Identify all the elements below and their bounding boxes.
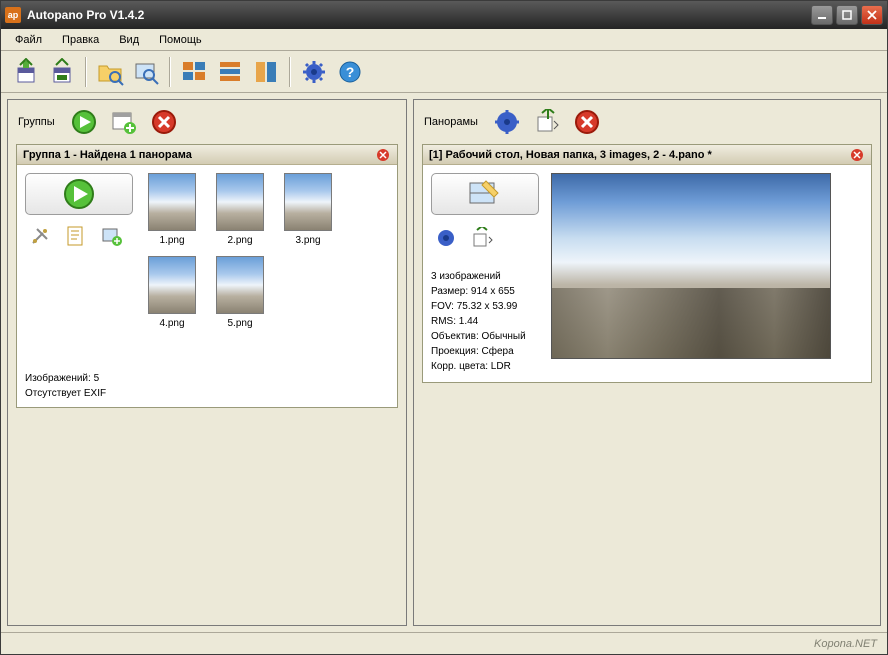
thumbnail-label: 5.png bbox=[227, 318, 252, 329]
app-icon: ap bbox=[5, 7, 21, 23]
detect-all-button[interactable] bbox=[69, 107, 99, 137]
layout-columns-button[interactable] bbox=[249, 55, 283, 89]
panorama-info: 3 изображений Размер: 914 x 655 FOV: 75.… bbox=[431, 269, 541, 374]
search-images-button[interactable] bbox=[129, 55, 163, 89]
menu-edit[interactable]: Правка bbox=[54, 32, 107, 48]
thumbnail-image bbox=[284, 173, 332, 231]
info-lens: Объектив: Обычный bbox=[431, 329, 541, 344]
maximize-button[interactable] bbox=[836, 5, 858, 25]
save-template-button[interactable] bbox=[45, 55, 79, 89]
thumbnail-image bbox=[148, 256, 196, 314]
group-card-footer: Изображений: 5 Отсутствует EXIF bbox=[17, 365, 397, 407]
edit-panorama-button[interactable] bbox=[431, 173, 539, 215]
menu-help[interactable]: Помощь bbox=[151, 32, 210, 48]
groups-pane: Группы Группа 1 - Найдена 1 панорама bbox=[7, 99, 407, 626]
svg-text:?: ? bbox=[346, 64, 355, 80]
save-project-button[interactable] bbox=[9, 55, 43, 89]
watermark-text: Kopona.NET bbox=[814, 638, 877, 650]
thumbnail-label: 2.png bbox=[227, 235, 252, 246]
thumbnail-label: 3.png bbox=[295, 235, 320, 246]
thumbnail[interactable]: 2.png bbox=[211, 173, 269, 246]
thumbnail[interactable]: 5.png bbox=[211, 256, 269, 329]
groups-pane-header: Группы bbox=[8, 100, 406, 144]
info-fov: FOV: 75.32 x 53.99 bbox=[431, 299, 541, 314]
group-card: Группа 1 - Найдена 1 панорама bbox=[16, 144, 398, 408]
info-color: Корр. цвета: LDR bbox=[431, 359, 541, 374]
panorama-tools: 3 изображений Размер: 914 x 655 FOV: 75.… bbox=[431, 173, 541, 374]
group-card-body: 1.png 2.png 3.png 4.png 5.png bbox=[17, 165, 397, 365]
panorama-card-title: [1] Рабочий стол, Новая папка, 3 images,… bbox=[429, 149, 712, 161]
thumbnail-image bbox=[148, 173, 196, 231]
panorama-close-button[interactable] bbox=[849, 147, 865, 163]
close-all-panoramas-button[interactable] bbox=[572, 107, 602, 137]
panorama-card-header: [1] Рабочий стол, Новая папка, 3 images,… bbox=[423, 145, 871, 165]
groups-label: Группы bbox=[18, 116, 55, 128]
group-properties-button[interactable] bbox=[61, 221, 91, 251]
menubar: Файл Правка Вид Помощь bbox=[1, 29, 887, 51]
group-card-header: Группа 1 - Найдена 1 панорама bbox=[17, 145, 397, 165]
titlebar: ap Autopano Pro V1.4.2 bbox=[1, 1, 887, 29]
detect-group-button[interactable] bbox=[25, 173, 133, 215]
thumbnail[interactable]: 3.png bbox=[279, 173, 337, 246]
add-images-button[interactable] bbox=[97, 221, 127, 251]
thumbnail-image bbox=[216, 173, 264, 231]
thumbnail-label: 1.png bbox=[159, 235, 184, 246]
minimize-button[interactable] bbox=[811, 5, 833, 25]
info-rms: RMS: 1.44 bbox=[431, 314, 541, 329]
panoramas-label: Панорамы bbox=[424, 116, 478, 128]
export-panorama-button[interactable] bbox=[467, 223, 497, 253]
thumbnail[interactable]: 1.png bbox=[143, 173, 201, 246]
thumbnails-grid: 1.png 2.png 3.png 4.png 5.png bbox=[143, 173, 389, 357]
panoramas-pane: Панорамы [1] Рабочий стол, Новая папка, … bbox=[413, 99, 881, 626]
toolbar-separator bbox=[169, 57, 171, 87]
thumbnail-label: 4.png bbox=[159, 318, 184, 329]
info-images: 3 изображений bbox=[431, 269, 541, 284]
panorama-card-body: 3 изображений Размер: 914 x 655 FOV: 75.… bbox=[423, 165, 871, 382]
toolbar-separator bbox=[289, 57, 291, 87]
help-button[interactable]: ? bbox=[333, 55, 367, 89]
image-count-text: Изображений: 5 bbox=[25, 371, 389, 386]
info-projection: Проекция: Сфера bbox=[431, 344, 541, 359]
panorama-card: [1] Рабочий стол, Новая папка, 3 images,… bbox=[422, 144, 872, 383]
toolbar: ? bbox=[1, 51, 887, 93]
thumbnail-image bbox=[216, 256, 264, 314]
close-all-groups-button[interactable] bbox=[149, 107, 179, 137]
statusbar: Kopona.NET bbox=[1, 632, 887, 654]
menu-view[interactable]: Вид bbox=[111, 32, 147, 48]
render-all-button[interactable] bbox=[492, 107, 522, 137]
thumbnail[interactable]: 4.png bbox=[143, 256, 201, 329]
menu-file[interactable]: Файл bbox=[7, 32, 50, 48]
close-button[interactable] bbox=[861, 5, 883, 25]
panorama-preview-image[interactable] bbox=[551, 173, 831, 359]
content-area: Группы Группа 1 - Найдена 1 панорама bbox=[1, 93, 887, 632]
window-title: Autopano Pro V1.4.2 bbox=[27, 8, 811, 22]
panorama-preview bbox=[551, 173, 863, 374]
group-tools bbox=[25, 173, 135, 357]
panoramas-pane-header: Панорамы bbox=[414, 100, 880, 144]
layout-grid-button[interactable] bbox=[177, 55, 211, 89]
layout-rows-button[interactable] bbox=[213, 55, 247, 89]
info-size: Размер: 914 x 655 bbox=[431, 284, 541, 299]
group-close-button[interactable] bbox=[375, 147, 391, 163]
render-panorama-button[interactable] bbox=[431, 223, 461, 253]
group-card-title: Группа 1 - Найдена 1 панорама bbox=[23, 149, 192, 161]
group-settings-button[interactable] bbox=[25, 221, 55, 251]
export-all-button[interactable] bbox=[532, 107, 562, 137]
open-folder-button[interactable] bbox=[93, 55, 127, 89]
window-controls bbox=[811, 5, 883, 25]
app-window: ap Autopano Pro V1.4.2 Файл Правка Вид П… bbox=[0, 0, 888, 655]
toolbar-separator bbox=[85, 57, 87, 87]
exif-status-text: Отсутствует EXIF bbox=[25, 386, 389, 401]
new-group-button[interactable] bbox=[109, 107, 139, 137]
settings-button[interactable] bbox=[297, 55, 331, 89]
